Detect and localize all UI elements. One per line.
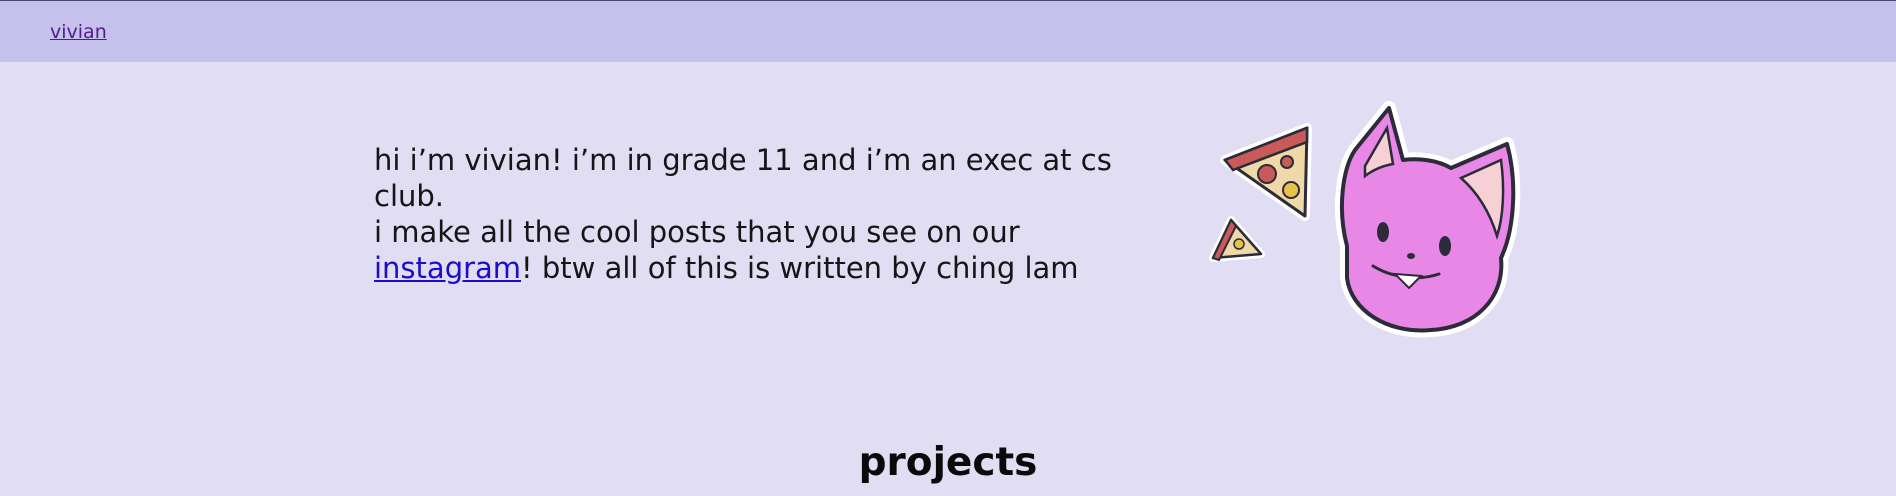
- nav-home-link[interactable]: vivian: [50, 21, 107, 43]
- pizza-slice-large-icon: [1220, 123, 1312, 221]
- intro-line-2: i make all the cool posts that you see o…: [374, 215, 1020, 249]
- instagram-link[interactable]: instagram: [374, 251, 521, 285]
- cat-and-pizza-illustration: [1205, 98, 1535, 338]
- intro-text: hi i’m vivian! i’m in grade 11 and i’m a…: [374, 142, 1164, 286]
- top-nav-bar: vivian: [0, 0, 1896, 62]
- pizza-slice-small-icon: [1209, 216, 1265, 262]
- projects-heading: projects: [858, 440, 1038, 485]
- intro-line-1: hi i’m vivian! i’m in grade 11 and i’m a…: [374, 143, 1112, 213]
- cat-head-icon: [1334, 101, 1521, 338]
- cat-and-pizza-icon: [1209, 101, 1521, 338]
- intro-line-3: ! btw all of this is written by ching la…: [521, 251, 1079, 285]
